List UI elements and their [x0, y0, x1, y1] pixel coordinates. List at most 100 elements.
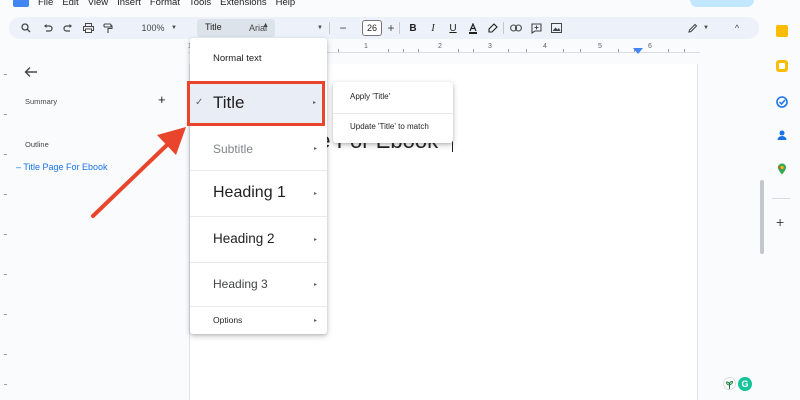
ruler-tick: [4, 194, 7, 195]
ruler-tick: [4, 114, 7, 115]
edit-mode-icon[interactable]: [685, 17, 699, 39]
highlight-icon[interactable]: [487, 17, 499, 39]
ruler-tick: [418, 49, 419, 52]
ruler-number: 2: [438, 43, 442, 50]
back-arrow-icon[interactable]: [24, 65, 40, 79]
ruler-number: 1: [364, 43, 368, 50]
ruler-tick: [4, 74, 7, 75]
keep-icon[interactable]: [776, 60, 788, 72]
share-button[interactable]: [690, 0, 754, 7]
increase-font-size-icon[interactable]: +: [385, 17, 397, 39]
decrease-font-size-icon[interactable]: −: [337, 17, 349, 39]
menu-view[interactable]: View: [88, 0, 108, 8]
ruler-number: 5: [598, 43, 602, 50]
submenu-arrow-icon: ▸: [313, 191, 317, 197]
font-size-input[interactable]: 26: [362, 20, 382, 36]
ruler-tick: [4, 384, 7, 385]
undo-icon[interactable]: [41, 17, 55, 39]
edit-mode-chevron-icon[interactable]: ▼: [701, 17, 711, 39]
contacts-icon[interactable]: [776, 128, 788, 140]
toolbar: 100% ▼ Title ▲ Arial ▼ − 26 + B I U ▼ ^: [9, 17, 759, 39]
ruler-tick: [4, 154, 7, 155]
submenu-arrow-icon: ▸: [313, 318, 317, 324]
zoom-value[interactable]: 100%: [139, 17, 167, 39]
tasks-icon[interactable]: [776, 95, 788, 108]
submenu-arrow-icon: ▸: [313, 237, 317, 243]
vertical-ruler[interactable]: [0, 54, 10, 400]
ruler-tick: [526, 49, 527, 52]
ruler-tick: [580, 49, 581, 52]
menu-file[interactable]: File: [38, 0, 53, 8]
menu-item-label: Heading 2: [213, 231, 275, 246]
ruler-tick: [4, 314, 7, 315]
ruler-tick: [563, 49, 564, 52]
menu-tools[interactable]: Tools: [189, 0, 211, 8]
annotation-arrow-head: [157, 127, 186, 155]
comment-icon[interactable]: [529, 17, 543, 39]
ruler-tick: [4, 234, 7, 235]
calendar-icon[interactable]: [776, 25, 788, 37]
ruler-tick: [668, 49, 669, 52]
ruler-tick: [4, 274, 7, 275]
search-icon[interactable]: [19, 17, 33, 39]
ruler-tick: [4, 354, 7, 355]
annotation-arrow-shaft: [91, 142, 170, 218]
explore-icon[interactable]: [723, 377, 736, 390]
menu-item-label: Heading 1: [213, 184, 286, 201]
menu-item-label: Heading 3: [213, 277, 268, 291]
menu-item-heading-2[interactable]: Heading 2 ▸: [190, 217, 327, 262]
right-indent-marker[interactable]: [633, 48, 643, 54]
paint-format-icon[interactable]: [101, 17, 115, 39]
menu-item-title[interactable]: Title ▸: [187, 81, 325, 126]
toolbar-divider: [329, 22, 330, 34]
toolbar-divider: [503, 22, 504, 34]
grammarly-icon[interactable]: G: [738, 377, 752, 391]
menu-item-label: Normal text: [213, 53, 262, 64]
link-icon[interactable]: [509, 17, 523, 39]
menu-item-heading-3[interactable]: Heading 3 ▸: [190, 263, 327, 306]
ruler-tick: [403, 49, 404, 52]
menu-item-heading-1[interactable]: Heading 1 ▸: [190, 171, 327, 216]
maps-icon[interactable]: [776, 162, 788, 175]
menu-edit[interactable]: Edit: [62, 0, 78, 8]
vertical-scrollbar[interactable]: [760, 180, 764, 254]
toolbar-divider: [399, 22, 400, 34]
outline-heading: Outline: [25, 140, 49, 149]
ruler-tick: [618, 49, 619, 52]
text-color-icon[interactable]: [467, 17, 479, 39]
submenu-arrow-icon: ▸: [312, 100, 316, 106]
underline-icon[interactable]: U: [447, 17, 459, 39]
menu-insert[interactable]: Insert: [117, 0, 141, 8]
outline-item[interactable]: – Title Page For Ebook: [16, 162, 108, 172]
italic-icon[interactable]: I: [427, 17, 439, 39]
menu-item-normal-text[interactable]: Normal text: [190, 38, 327, 80]
menu-item-label: Options: [213, 315, 243, 325]
checkmark-icon: ✓: [195, 97, 204, 108]
docs-logo-icon[interactable]: [13, 0, 29, 7]
menu-help[interactable]: Help: [276, 0, 296, 8]
apply-title-item[interactable]: Apply 'Title': [350, 92, 390, 101]
add-summary-button[interactable]: +: [158, 93, 166, 106]
image-icon[interactable]: [549, 17, 563, 39]
style-select-value: Title: [205, 22, 222, 32]
menu-extensions[interactable]: Extensions: [220, 0, 266, 8]
menu-list: File Edit View Insert Format Tools Exten…: [38, 0, 304, 8]
menu-format[interactable]: Format: [150, 0, 180, 8]
font-select[interactable]: Arial: [249, 17, 289, 39]
submenu-arrow-icon: ▸: [313, 146, 317, 152]
add-addon-icon[interactable]: +: [776, 215, 784, 229]
menu-item-options[interactable]: Options ▸: [190, 307, 327, 334]
font-chevron-down-icon[interactable]: ▼: [315, 17, 325, 39]
collapse-icon[interactable]: ^: [731, 17, 743, 39]
chevron-down-icon[interactable]: ▼: [169, 17, 179, 39]
redo-icon[interactable]: [61, 17, 75, 39]
ruler-tick: [508, 49, 509, 52]
print-icon[interactable]: [81, 17, 95, 39]
menu-item-label: Subtitle: [213, 142, 254, 156]
ruler-tick: [388, 49, 389, 52]
update-title-item[interactable]: Update 'Title' to match: [350, 122, 429, 131]
outline-item-label: Title Page For Ebook: [23, 162, 108, 172]
menu-item-label: Title: [213, 93, 245, 112]
menu-item-subtitle[interactable]: Subtitle ▸: [190, 125, 327, 170]
bold-icon[interactable]: B: [407, 17, 419, 39]
